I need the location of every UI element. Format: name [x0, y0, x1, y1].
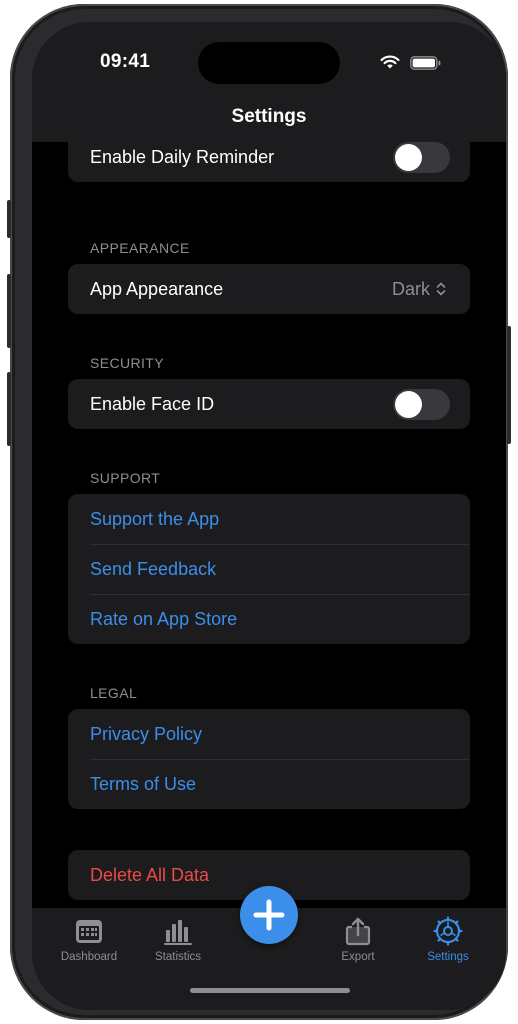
delete-all-data-button[interactable]: Delete All Data — [90, 865, 209, 886]
bar-chart-icon — [164, 920, 192, 945]
navigation-bar: Settings — [32, 92, 506, 142]
face-id-row: Enable Face ID — [68, 379, 470, 429]
gear-icon — [433, 916, 463, 946]
security-section-header: SECURITY — [90, 355, 164, 371]
app-appearance-row[interactable]: App Appearance Dark — [68, 264, 470, 314]
toggle-knob — [395, 391, 422, 418]
privacy-policy-row[interactable]: Privacy Policy — [68, 709, 470, 759]
calendar-icon — [76, 920, 102, 943]
rate-app-row[interactable]: Rate on App Store — [68, 594, 470, 644]
status-bar: 09:41 — [32, 22, 506, 92]
security-card: Enable Face ID — [68, 379, 470, 429]
volume-down-button — [7, 372, 11, 446]
tab-export-label: Export — [341, 951, 375, 963]
daily-reminder-toggle[interactable] — [393, 142, 450, 173]
tab-dashboard-label: Dashboard — [60, 951, 118, 963]
tab-settings-label: Settings — [427, 951, 469, 963]
rate-app-link[interactable]: Rate on App Store — [90, 609, 237, 630]
chevron-up-down-icon — [436, 282, 446, 296]
wifi-icon — [380, 55, 400, 69]
reminder-card: Enable Daily Reminder — [68, 142, 470, 182]
tab-statistics-label: Statistics — [154, 951, 201, 963]
status-time: 09:41 — [100, 51, 151, 72]
settings-list[interactable]: Enable Daily Reminder APPEARANCE App App… — [32, 142, 506, 908]
volume-up-button — [7, 274, 11, 348]
power-button — [507, 326, 511, 444]
tab-settings[interactable]: Settings — [403, 916, 493, 963]
app-appearance-label: App Appearance — [90, 278, 224, 299]
send-feedback-row[interactable]: Send Feedback — [68, 544, 470, 594]
home-indicator — [190, 988, 350, 993]
tab-dashboard[interactable]: Dashboard — [44, 916, 134, 963]
battery-icon — [410, 56, 441, 70]
support-app-row[interactable]: Support the App — [68, 494, 470, 544]
add-entry-button[interactable] — [240, 886, 298, 944]
dynamic-island — [198, 42, 340, 84]
action-button — [7, 200, 11, 238]
face-id-label: Enable Face ID — [90, 393, 215, 414]
support-section-header: SUPPORT — [90, 470, 161, 486]
plus-icon — [253, 899, 285, 931]
legal-card: Privacy Policy Terms of Use — [68, 709, 470, 809]
tab-export[interactable]: Export — [313, 916, 403, 963]
page-title: Settings — [231, 106, 307, 127]
support-card: Support the App Send Feedback Rate on Ap… — [68, 494, 470, 644]
screen: 09:41 Settings Enable Daily Reminder APP… — [32, 22, 506, 1010]
app-appearance-picker[interactable]: Dark — [392, 264, 446, 314]
terms-of-use-link[interactable]: Terms of Use — [90, 774, 196, 795]
daily-reminder-row: Enable Daily Reminder — [68, 142, 470, 182]
tab-statistics[interactable]: Statistics — [133, 916, 223, 963]
appearance-section-header: APPEARANCE — [90, 240, 190, 256]
legal-section-header: LEGAL — [90, 685, 138, 701]
phone-frame: 09:41 Settings Enable Daily Reminder APP… — [7, 4, 511, 1020]
support-app-link[interactable]: Support the App — [90, 509, 219, 530]
app-appearance-value: Dark — [391, 278, 430, 299]
terms-of-use-row[interactable]: Terms of Use — [68, 759, 470, 809]
privacy-policy-link[interactable]: Privacy Policy — [90, 724, 202, 745]
send-feedback-link[interactable]: Send Feedback — [90, 559, 216, 580]
face-id-toggle[interactable] — [393, 389, 450, 420]
share-icon — [345, 917, 371, 946]
toggle-knob — [395, 144, 422, 171]
daily-reminder-label: Enable Daily Reminder — [90, 146, 275, 167]
appearance-card: App Appearance Dark — [68, 264, 470, 314]
